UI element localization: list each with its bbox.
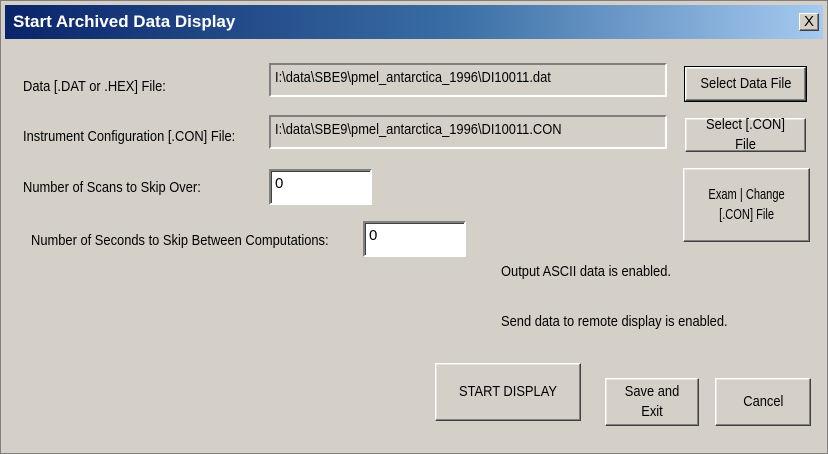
close-button[interactable]: X — [799, 13, 819, 31]
exam-change-line2: [.CON] File — [719, 206, 774, 223]
seconds-input[interactable]: 0 — [363, 221, 466, 257]
config-file-path-text: I:\data\SBE9\pmel_antarctica_1996\DI1001… — [275, 121, 562, 138]
ascii-output-status: Output ASCII data is enabled. — [501, 263, 671, 280]
select-con-file-label: Select [.CON] File — [706, 116, 785, 153]
dialog-window: Start Archived Data Display X Data [.DAT… — [0, 0, 828, 454]
remote-display-status: Send data to remote display is enabled. — [501, 313, 728, 330]
data-file-label: Data [.DAT or .HEX] File: — [23, 78, 166, 95]
cancel-label: Cancel — [742, 393, 784, 410]
save-and-exit-button[interactable]: Save and Exit — [605, 378, 699, 426]
cancel-button[interactable]: Cancel — [715, 378, 811, 426]
exam-change-con-file-button[interactable]: Exam | Change [.CON] File — [683, 168, 810, 242]
data-file-path-text: I:\data\SBE9\pmel_antarctica_1996\DI1001… — [275, 69, 551, 86]
config-file-label: Instrument Configuration [.CON] File: — [23, 128, 236, 145]
start-display-label: START DISPLAY — [459, 383, 557, 400]
config-file-path-field: I:\data\SBE9\pmel_antarctica_1996\DI1001… — [269, 115, 667, 149]
select-data-file-button[interactable]: Select Data File — [684, 66, 807, 102]
title-bar[interactable]: Start Archived Data Display X — [5, 5, 823, 39]
seconds-label: Number of Seconds to Skip Between Comput… — [31, 232, 329, 249]
data-file-path-field: I:\data\SBE9\pmel_antarctica_1996\DI1001… — [269, 63, 667, 97]
select-con-file-button[interactable]: Select [.CON] File — [685, 116, 806, 153]
exam-change-line1: Exam | Change — [708, 186, 785, 203]
scans-label: Number of Scans to Skip Over: — [23, 179, 201, 196]
scans-input[interactable]: 0 — [269, 169, 372, 205]
window-title: Start Archived Data Display — [13, 12, 236, 31]
save-and-exit-label: Save and Exit — [624, 383, 680, 420]
start-display-button[interactable]: START DISPLAY — [435, 363, 581, 421]
select-data-file-label: Select Data File — [699, 75, 792, 92]
